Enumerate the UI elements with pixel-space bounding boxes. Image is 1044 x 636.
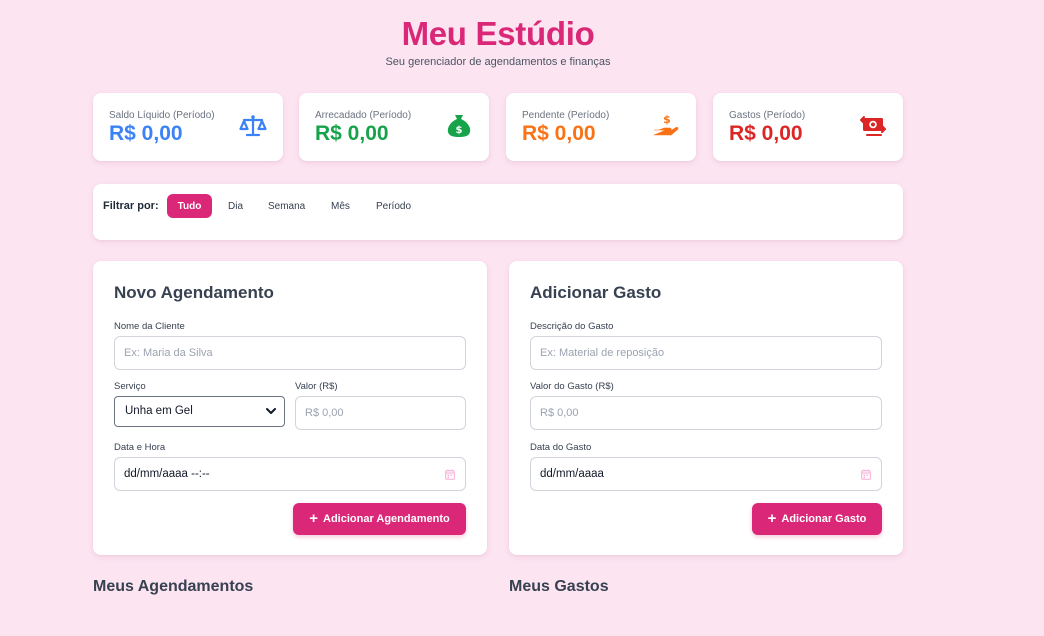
form-title: Novo Agendamento [114,283,274,302]
plus-icon: + [309,510,319,527]
filter-option-day[interactable]: Dia [218,194,253,218]
calendar-icon[interactable] [445,469,455,480]
expense-date-value: dd/mm/aaaa [540,468,604,480]
expense-value-label: Valor do Gasto (R$) [530,381,614,392]
chevron-down-icon [266,408,276,414]
stat-card-collected: Arrecadado (Período) R$ 0,00 $ [299,93,489,161]
page-title: Meu Estúdio [401,15,595,52]
datetime-label: Data e Hora [114,442,166,453]
datetime-value: dd/mm/aaaa --:-- [124,468,210,480]
filter-option-period[interactable]: Período [366,194,421,218]
hand-coin-icon: $ [653,114,679,136]
expense-date-label: Data do Gasto [530,442,592,453]
service-label: Serviço [114,381,146,392]
appointments-section-title: Meus Agendamentos [93,578,254,595]
stat-card-net-balance: Saldo Líquido (Período) R$ 0,00 [93,93,283,161]
datetime-input[interactable]: dd/mm/aaaa --:-- [114,457,466,491]
filter-option-week[interactable]: Semana [258,194,315,218]
money-bag-icon: $ [447,115,471,137]
expense-description-input[interactable] [530,336,882,370]
add-expense-button[interactable]: + Adicionar Gasto [752,503,882,535]
svg-text:$: $ [663,114,671,126]
expense-date-input[interactable]: dd/mm/aaaa [530,457,882,491]
service-select-value: Unha em Gel [125,405,193,417]
calendar-icon[interactable] [861,469,871,480]
scale-icon [239,115,267,137]
stat-card-expenses: Gastos (Período) R$ 0,00 [713,93,903,161]
expenses-section-title: Meus Gastos [509,578,609,595]
filter-option-month[interactable]: Mês [321,194,360,218]
filter-bar: Filtrar por: [93,184,903,240]
add-appointment-label: Adicionar Agendamento [323,513,450,525]
page-subtitle: Seu gerenciador de agendamentos e finanç… [385,56,611,68]
value-label: Valor (R$) [295,381,338,392]
add-expense-label: Adicionar Gasto [781,513,867,525]
svg-text:$: $ [456,125,463,136]
stat-card-pending: Pendente (Período) R$ 0,00 $ [506,93,696,161]
form-title: Adicionar Gasto [530,283,662,302]
client-name-label: Nome da Cliente [114,321,185,332]
page-header: Meu Estúdio Seu gerenciador de agendamen… [0,14,996,68]
plus-icon: + [767,510,777,527]
filter-option-all[interactable]: Tudo [167,194,212,218]
expense-value-input[interactable] [530,396,882,430]
expense-description-label: Descrição do Gasto [530,321,614,332]
money-exchange-icon [860,116,886,136]
filter-label: Filtrar por: [103,200,159,212]
add-appointment-button[interactable]: + Adicionar Agendamento [293,503,466,535]
client-name-input[interactable] [114,336,466,370]
service-select[interactable]: Unha em Gel [114,396,285,427]
appointment-value-input[interactable] [295,396,466,430]
